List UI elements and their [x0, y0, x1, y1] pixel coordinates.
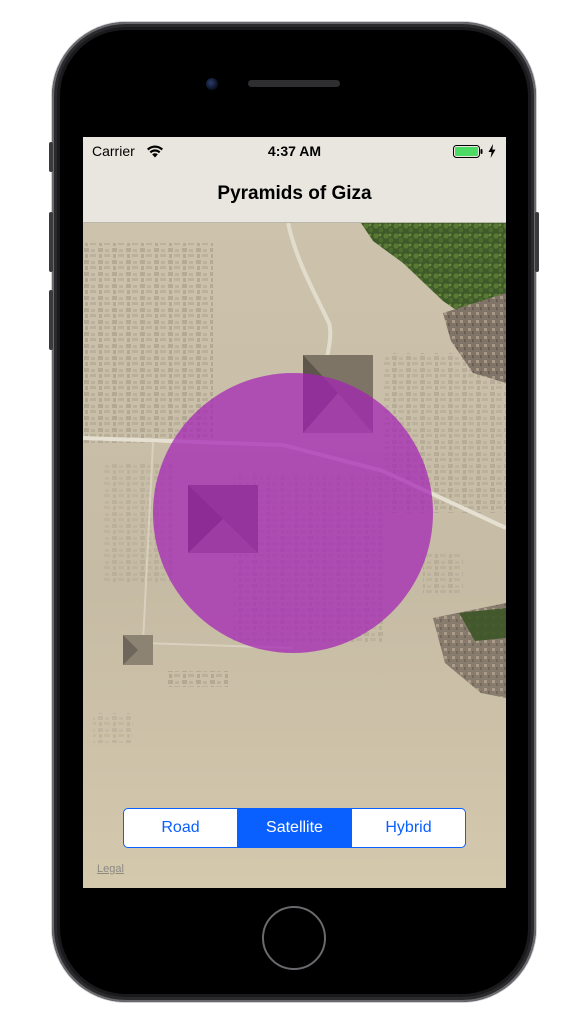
volume-down-button [49, 290, 53, 350]
silent-switch [49, 142, 53, 172]
map-imagery [83, 223, 506, 888]
page-title: Pyramids of Giza [217, 183, 372, 204]
segment-satellite[interactable]: Satellite [238, 809, 352, 847]
earpiece-speaker [248, 80, 340, 87]
power-button [535, 212, 539, 272]
segment-hybrid[interactable]: Hybrid [352, 809, 465, 847]
lightning-bolt-icon [488, 144, 496, 158]
navigation-bar: Pyramids of Giza [83, 167, 506, 223]
app-screen: Carrier 4:37 AM Pyramids of Giza Road Sa… [83, 137, 506, 888]
map-type-segmented-control[interactable]: Road Satellite Hybrid [123, 808, 466, 848]
home-button[interactable] [262, 906, 326, 970]
legal-link[interactable]: Legal [97, 863, 124, 875]
segment-road[interactable]: Road [124, 809, 238, 847]
status-time: 4:37 AM [267, 143, 322, 159]
map-circle-overlay [153, 373, 433, 653]
satellite-map[interactable] [83, 223, 506, 888]
status-bar: Carrier 4:37 AM [83, 137, 506, 167]
front-camera [206, 78, 218, 90]
battery-icon [453, 145, 483, 158]
volume-up-button [49, 212, 53, 272]
